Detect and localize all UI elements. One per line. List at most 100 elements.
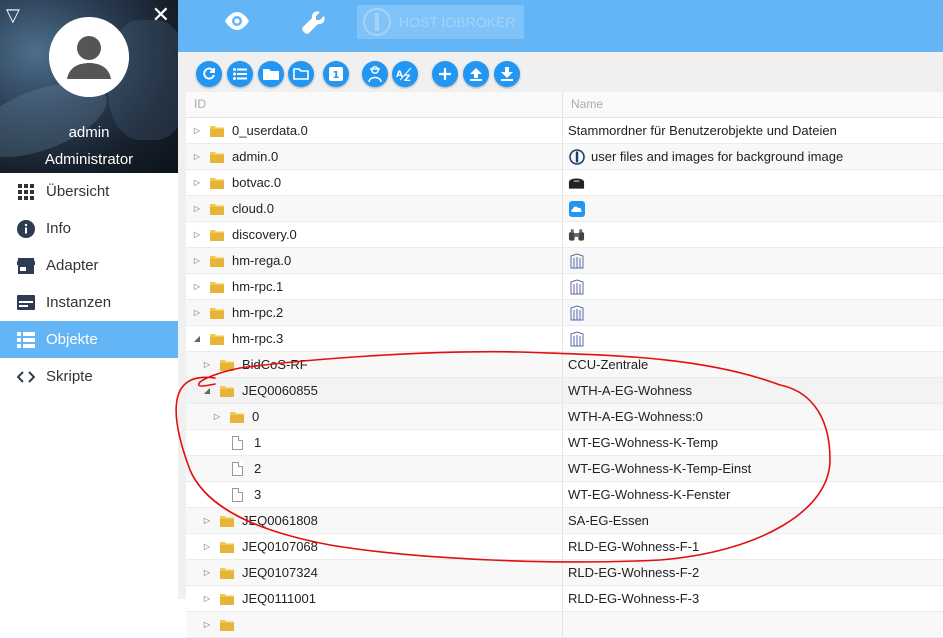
folder-icon — [210, 203, 224, 215]
table-row-folder[interactable]: ▷ 0_userdata.0 Stammordner für Benutzerobj… — [186, 118, 943, 144]
sidebar-item-instanzen[interactable]: Instanzen — [0, 284, 178, 321]
object-id: discovery.0 — [232, 227, 297, 242]
table-row-folder[interactable]: ▷ JEQ0111001 RLD-EG-Wohness-F-3 — [186, 586, 943, 612]
table-row-folder[interactable]: ◢ JEQ0060855 WTH-A-EG-Wohness — [186, 378, 943, 404]
expand-caret-icon[interactable]: ▷ — [212, 412, 222, 422]
cell-name — [562, 612, 943, 637]
object-name: WTH-A-EG-Wohness — [568, 383, 692, 398]
table-row-folder[interactable]: ▷ JEQ0107324 RLD-EG-Wohness-F-2 — [186, 560, 943, 586]
table-row-folder[interactable]: ▷ hm-rpc.1 — [186, 274, 943, 300]
expand-caret-icon[interactable]: ▷ — [202, 360, 212, 370]
expand-caret-icon[interactable]: ▷ — [192, 204, 202, 214]
iobroker-logo-icon — [568, 148, 585, 165]
folder-icon — [220, 385, 234, 397]
expand-caret-icon[interactable]: ▷ — [202, 568, 212, 578]
instances-icon — [17, 294, 35, 312]
expand-level-button[interactable]: 1 — [323, 61, 349, 87]
table-row-folder[interactable]: ▷ cloud.0 — [186, 196, 943, 222]
expand-caret-icon[interactable]: ▷ — [192, 308, 202, 318]
expert-mode-button[interactable] — [362, 61, 388, 87]
table-row-folder[interactable]: ▷ hm-rpc.2 — [186, 300, 943, 326]
table-row-folder[interactable]: ▷ admin.0 user files and images for backgr… — [186, 144, 943, 170]
close-icon[interactable]: ✕ — [152, 4, 170, 26]
upload-button[interactable] — [463, 61, 489, 87]
objects-table: ID Name ▷ 0_userdata.0 Stammordner für Ben… — [186, 92, 943, 638]
add-object-button[interactable] — [432, 61, 458, 87]
table-row-folder[interactable]: ▷ JEQ0107068 RLD-EG-Wohness-F-1 — [186, 534, 943, 560]
expand-caret-icon[interactable]: ▷ — [192, 178, 202, 188]
menu-toggle-icon[interactable]: ▽ — [6, 6, 20, 24]
cloud-icon — [568, 200, 585, 217]
cell-id: ▷ BidCoS-RF — [186, 352, 578, 377]
folder-icon — [210, 255, 224, 267]
avatar — [49, 17, 129, 97]
list-icon — [233, 68, 247, 80]
cell-id: ▷ 0 — [186, 404, 588, 429]
refresh-button[interactable] — [196, 61, 222, 87]
sidebar-item-uebersicht[interactable]: Übersicht — [0, 173, 178, 210]
table-row-folder[interactable]: ▷ hm-rega.0 — [186, 248, 943, 274]
expand-caret-icon[interactable]: ▷ — [192, 126, 202, 136]
cell-name: RLD-EG-Wohness-F-1 — [562, 534, 943, 559]
expand-all-button[interactable] — [258, 61, 284, 87]
cell-id: 2 — [186, 456, 588, 481]
sidebar-item-objekte[interactable]: Objekte — [0, 321, 178, 358]
collapse-caret-icon[interactable]: ◢ — [192, 334, 202, 344]
eye-icon[interactable] — [224, 12, 250, 33]
sidebar-item-skripte[interactable]: Skripte — [0, 358, 178, 395]
folder-icon — [210, 229, 224, 241]
table-row-state[interactable]: 2 WT-EG-Wohness-K-Temp-Einst — [186, 456, 943, 482]
object-id: JEQ0060855 — [242, 383, 318, 398]
sidebar-item-label: Info — [46, 220, 72, 237]
object-id: JEQ0061808 — [242, 513, 318, 528]
column-header-id[interactable]: ID — [186, 92, 206, 117]
sidebar-item-info[interactable]: Info — [0, 210, 178, 247]
expert-person-icon — [368, 66, 382, 83]
column-header-name[interactable]: Name — [562, 92, 603, 117]
table-row-state[interactable]: 1 WT-EG-Wohness-K-Temp — [186, 430, 943, 456]
cell-id: 1 — [186, 430, 588, 455]
file-icon — [232, 435, 243, 450]
expand-caret-icon[interactable]: ▷ — [192, 282, 202, 292]
expand-caret-icon[interactable]: ▷ — [202, 620, 212, 630]
cell-name — [562, 274, 943, 299]
plus-icon — [439, 68, 451, 80]
homematic-icon — [568, 330, 585, 347]
cell-id: ▷ discovery.0 — [186, 222, 568, 247]
sidebar-item-adapter[interactable]: Adapter — [0, 247, 178, 284]
apps-grid-icon — [17, 183, 35, 201]
collapse-caret-icon[interactable]: ◢ — [202, 386, 212, 396]
refresh-icon — [203, 67, 215, 80]
table-row-folder[interactable]: ▷ — [186, 612, 943, 638]
folder-icon — [210, 177, 224, 189]
object-id: hm-rpc.3 — [232, 331, 284, 346]
sort-button[interactable]: AZ — [392, 61, 418, 87]
object-name: SA-EG-Essen — [568, 513, 649, 528]
table-row-folder[interactable]: ▷ BidCoS-RF CCU-Zentrale — [186, 352, 943, 378]
table-row-folder[interactable]: ▷ botvac.0 — [186, 170, 943, 196]
wrench-icon[interactable] — [302, 10, 326, 37]
download-button[interactable] — [494, 61, 520, 87]
cell-name: user files and images for background ima… — [562, 144, 943, 169]
table-row-folder[interactable]: ▷ discovery.0 — [186, 222, 943, 248]
expand-caret-icon[interactable]: ▷ — [192, 256, 202, 266]
top-app-bar: HOST IOBROKER — [178, 0, 943, 52]
expand-caret-icon[interactable]: ▷ — [202, 542, 212, 552]
expand-caret-icon[interactable]: ▷ — [192, 230, 202, 240]
folder-icon — [210, 125, 224, 137]
cell-name — [562, 196, 943, 221]
collapse-all-button[interactable] — [288, 61, 314, 87]
table-row-folder[interactable]: ▷ 0 WTH-A-EG-Wohness:0 — [186, 404, 943, 430]
table-row-state[interactable]: 3 WT-EG-Wohness-K-Fenster — [186, 482, 943, 508]
list-view-button[interactable] — [227, 61, 253, 87]
cell-id: ▷ hm-rpc.2 — [186, 300, 568, 325]
host-selector-button[interactable]: HOST IOBROKER — [357, 5, 524, 39]
expand-caret-icon[interactable]: ▷ — [202, 516, 212, 526]
table-row-folder[interactable]: ◢ hm-rpc.3 — [186, 326, 943, 352]
object-id: cloud.0 — [232, 201, 274, 216]
expand-caret-icon[interactable]: ▷ — [192, 152, 202, 162]
cell-id: ▷ admin.0 — [186, 144, 568, 169]
table-row-folder[interactable]: ▷ JEQ0061808 SA-EG-Essen — [186, 508, 943, 534]
object-name: WT-EG-Wohness-K-Temp — [568, 435, 719, 450]
code-icon — [17, 368, 35, 386]
